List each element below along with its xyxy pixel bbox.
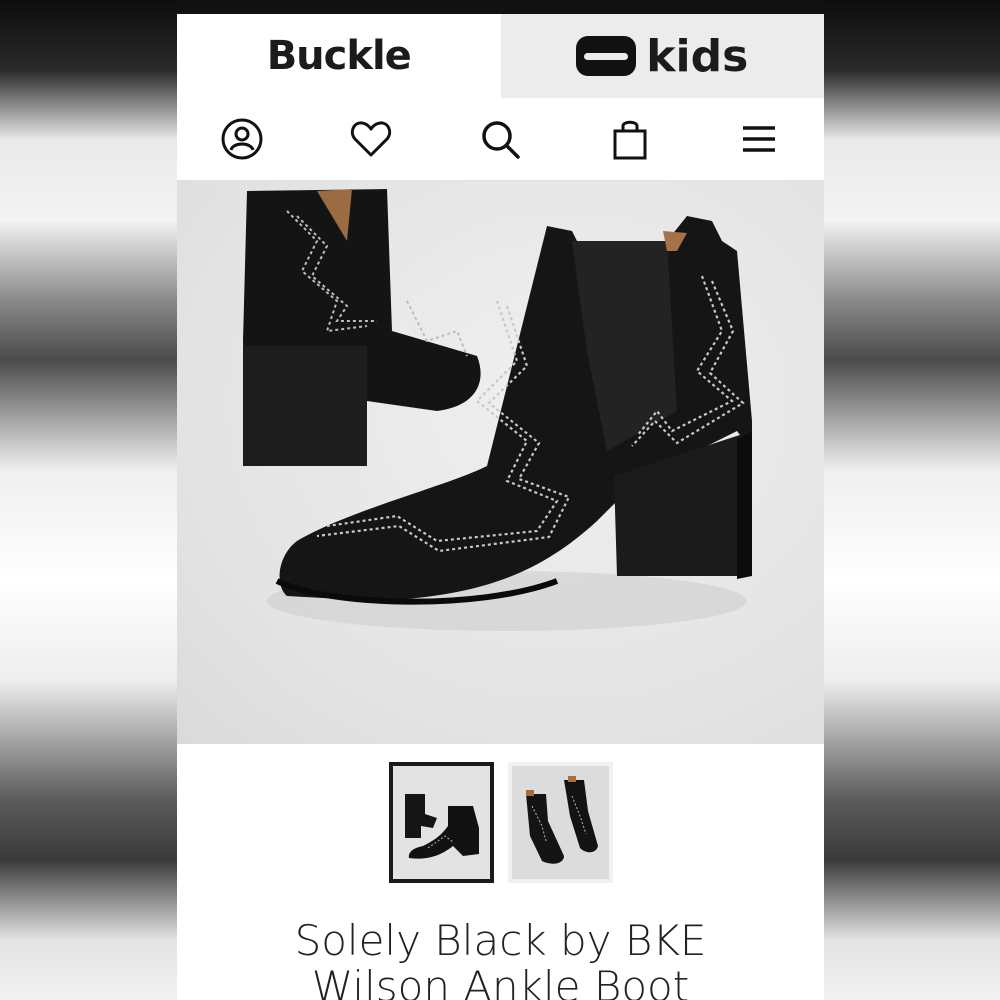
product-title-line-2: Wilson Ankle Boot [311, 962, 690, 1000]
background-blur-right [823, 0, 1000, 1000]
product-title: Solely Black by BKE Wilson Ankle Boot [177, 886, 824, 1000]
brand-tabs: Buckle kids [177, 14, 824, 98]
kids-badge-icon [576, 36, 637, 76]
account-button[interactable] [218, 115, 266, 163]
kids-logo: kids [646, 30, 749, 82]
shopping-bag-button[interactable] [606, 115, 654, 163]
product-title-line-1: Solely Black by BKE [294, 916, 707, 965]
product-hero-image[interactable] [177, 181, 824, 744]
thumbnail-2[interactable] [507, 762, 613, 883]
ankle-boots-illustration [243, 189, 752, 631]
menu-button[interactable] [735, 115, 783, 163]
background-blur-left [0, 0, 177, 1000]
menu-icon [743, 126, 776, 152]
kids-tab[interactable]: kids [500, 14, 824, 98]
header-icon-bar [177, 98, 824, 181]
thumbnail-boots-image [511, 766, 609, 879]
heart-icon [351, 121, 392, 157]
buckle-logo: Buckle [266, 33, 412, 79]
search-button[interactable] [476, 115, 524, 163]
wishlist-button[interactable] [347, 115, 395, 163]
search-icon [482, 121, 521, 159]
thumbnail-strip [177, 744, 824, 886]
status-bar [177, 0, 824, 14]
thumbnail-1[interactable] [388, 762, 494, 883]
phone-screen: Buckle kids Solely Black by BKE Wilson A… [177, 0, 824, 1000]
thumbnail-boots-image [392, 766, 490, 879]
account-icon [221, 118, 263, 160]
buckle-tab[interactable]: Buckle [177, 14, 501, 98]
bag-icon [613, 120, 647, 160]
